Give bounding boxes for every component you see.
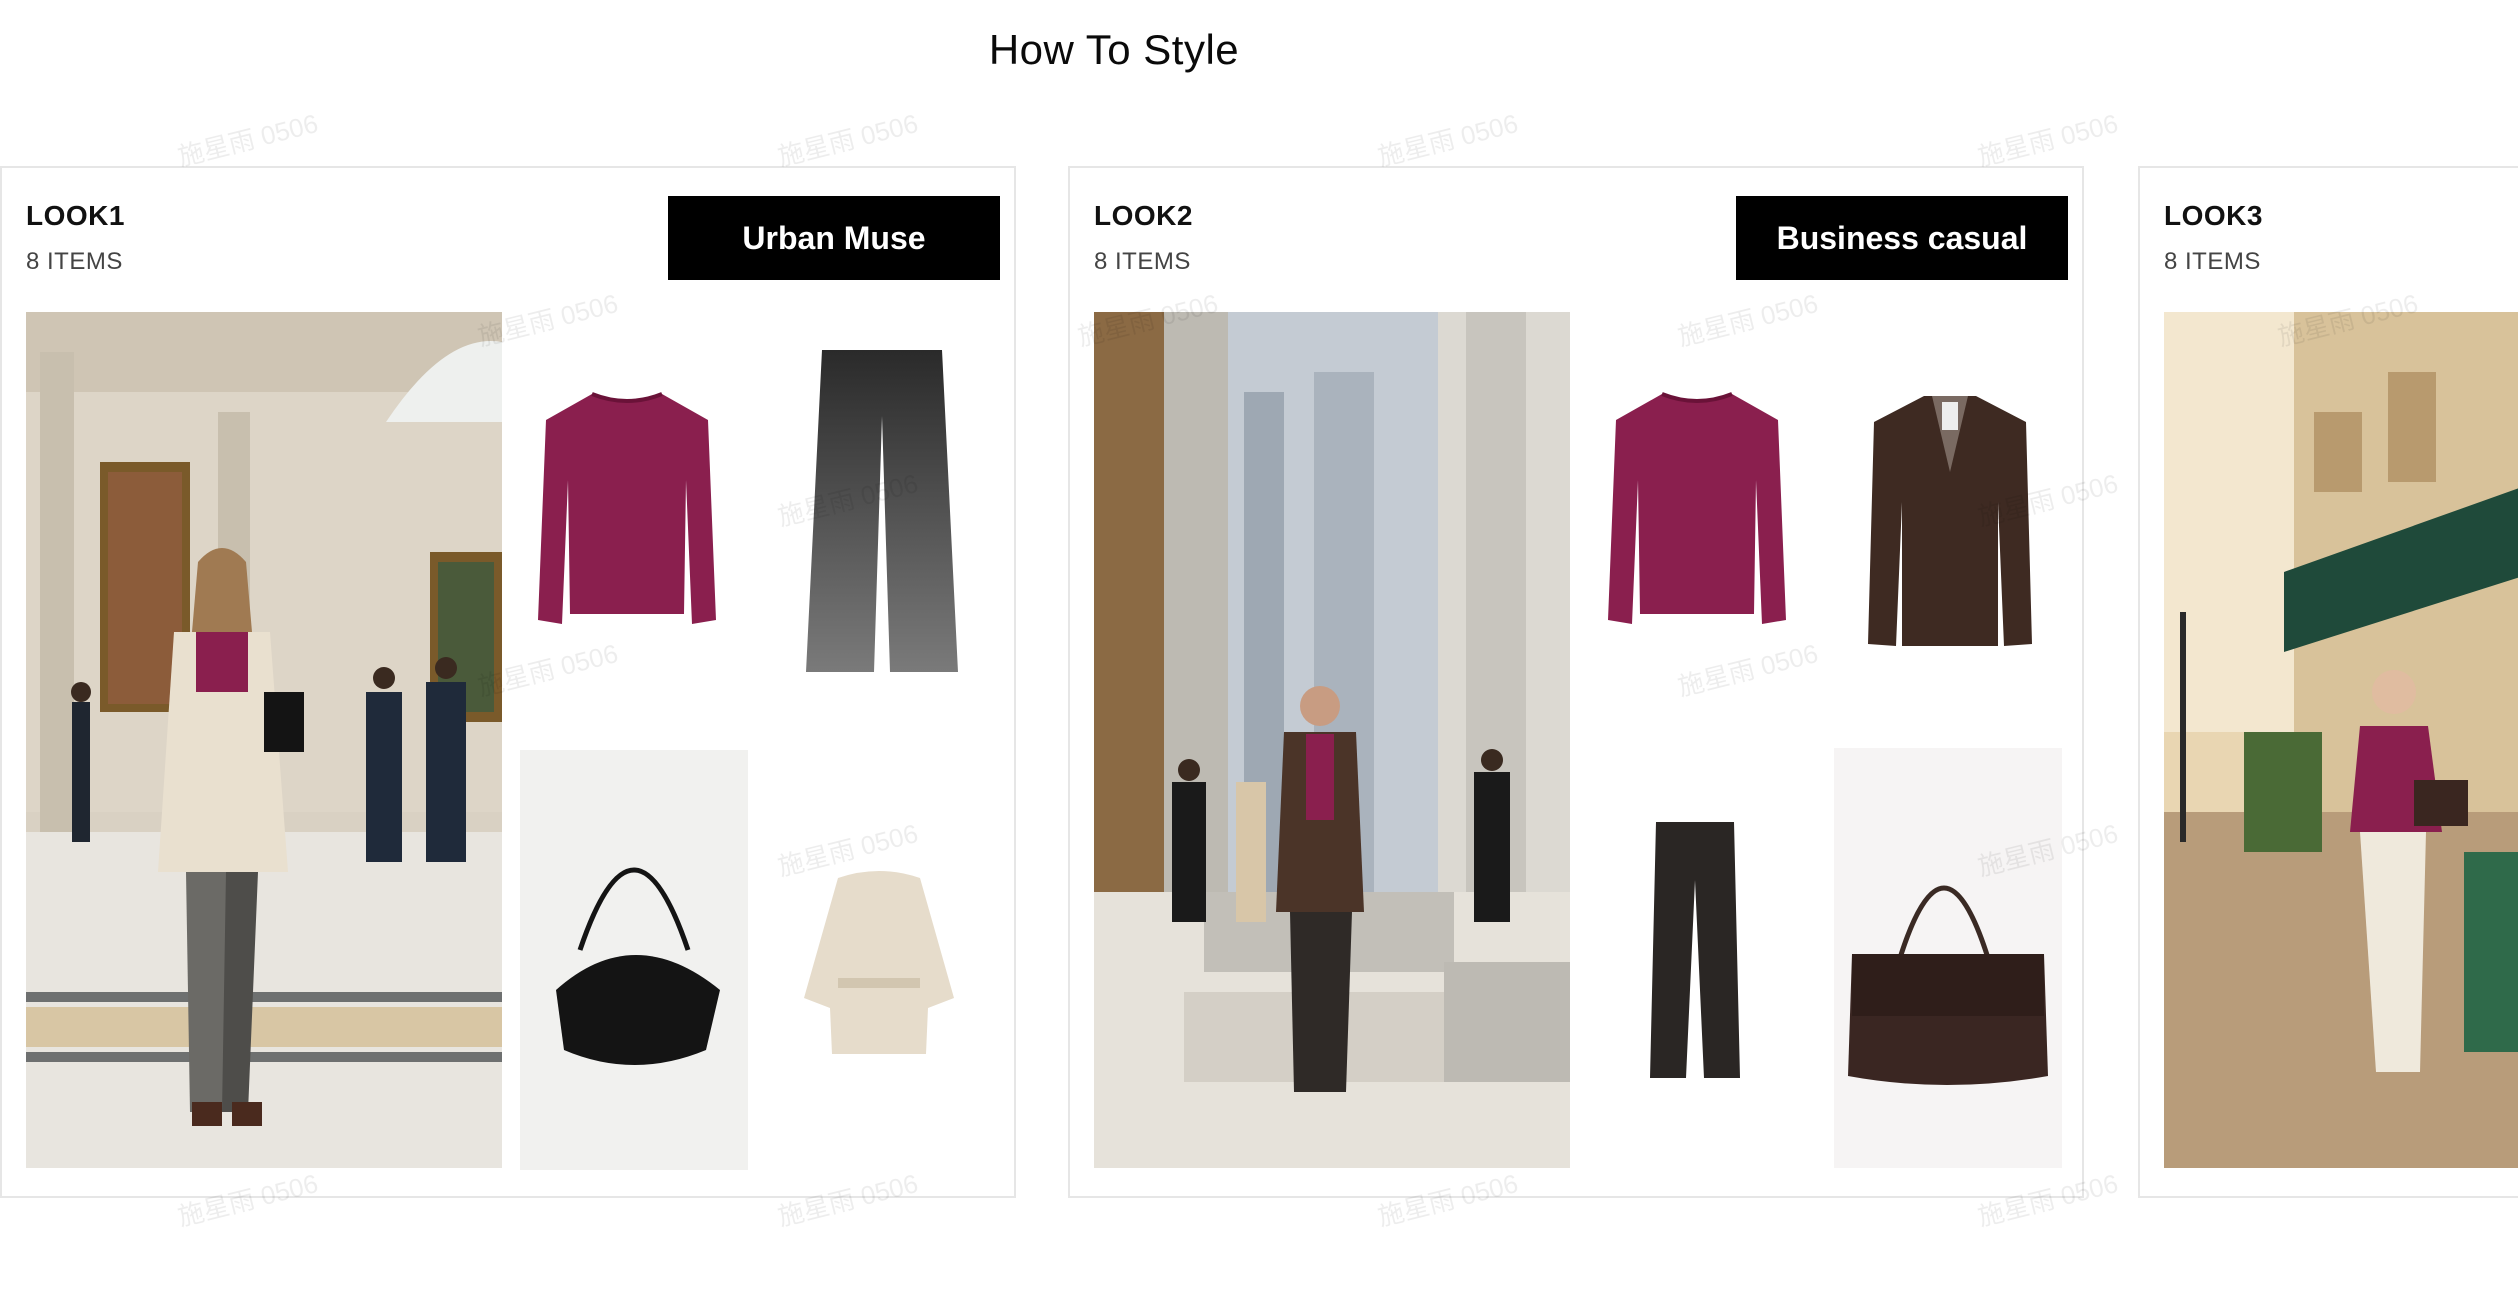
- style-tag-button[interactable]: Urban Muse: [668, 196, 1000, 280]
- look-title: LOOK2: [1094, 200, 1193, 231]
- product-blazer-image[interactable]: [1866, 392, 2034, 648]
- page-title: How To Style: [988, 26, 1240, 73]
- watermark: 施星雨 0506: [174, 108, 321, 172]
- product-tote-bag-image[interactable]: [1834, 748, 2062, 1168]
- product-wrap-coat-image[interactable]: [798, 868, 960, 1054]
- watermark: 施星雨 0506: [1974, 108, 2121, 172]
- look-hero-image[interactable]: [2164, 312, 2518, 1168]
- product-sweater-image[interactable]: [532, 384, 722, 648]
- style-tag-button[interactable]: Business casual: [1736, 196, 2068, 280]
- product-handbag-image[interactable]: [520, 750, 748, 1170]
- product-sweater-image[interactable]: [1602, 384, 1792, 648]
- look-title: LOOK3: [2164, 200, 2263, 231]
- item-count: 8 ITEMS: [2164, 248, 2261, 275]
- look-hero-image[interactable]: [26, 312, 502, 1168]
- item-count: 8 ITEMS: [1094, 248, 1191, 275]
- look-hero-image[interactable]: [1094, 312, 1570, 1168]
- look-card-2[interactable]: LOOK2 8 ITEMS Business casual: [1068, 166, 2084, 1198]
- look-card-1[interactable]: LOOK1 8 ITEMS Urban Muse: [0, 166, 1016, 1198]
- look-title: LOOK1: [26, 200, 125, 231]
- look-card-3[interactable]: LOOK3 8 ITEMS: [2138, 166, 2518, 1198]
- watermark: 施星雨 0506: [774, 108, 921, 172]
- item-count: 8 ITEMS: [26, 248, 123, 275]
- product-jeans-image[interactable]: [782, 346, 982, 672]
- product-leather-pants-image[interactable]: [1648, 820, 1742, 1082]
- watermark: 施星雨 0506: [1374, 108, 1521, 172]
